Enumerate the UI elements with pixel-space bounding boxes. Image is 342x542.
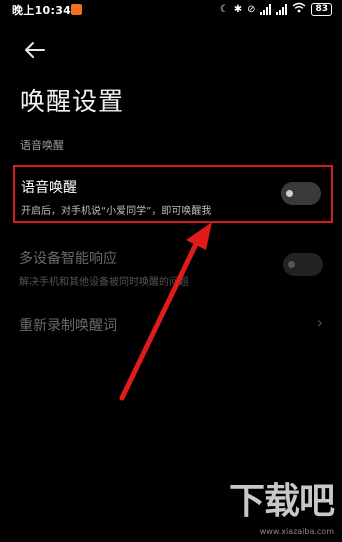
status-bar: 晚上10:34 ☾ ✱ ⊘ 83 xyxy=(0,0,342,20)
wifi-icon xyxy=(292,2,306,16)
setting-voice-wake[interactable]: 语音唤醒 开启后，对手机说“小爱同学”，即可唤醒我 xyxy=(13,165,333,223)
toggle-knob xyxy=(286,190,293,197)
setting-description: 解决手机和其他设备被同时唤醒的问题 xyxy=(19,277,189,288)
multi-device-toggle[interactable] xyxy=(283,253,323,276)
section-label: 语音唤醒 xyxy=(20,139,64,152)
moon-icon: ☾ xyxy=(219,3,229,15)
back-button[interactable] xyxy=(22,37,48,63)
silent-icon: ⊘ xyxy=(247,3,256,15)
page-title: 唤醒设置 xyxy=(20,87,125,116)
arrow-left-icon xyxy=(25,42,45,58)
setting-rerecord-wake-word[interactable]: 重新录制唤醒词 › xyxy=(13,305,333,363)
voice-wake-toggle[interactable] xyxy=(281,182,321,205)
setting-title: 重新录制唤醒词 xyxy=(19,318,117,334)
setting-title: 多设备智能响应 xyxy=(19,251,117,267)
setting-title: 语音唤醒 xyxy=(21,180,77,196)
signal-icon xyxy=(260,3,272,15)
setting-multi-device[interactable]: 多设备智能响应 解决手机和其他设备被同时唤醒的问题 xyxy=(13,238,333,296)
status-icons: ☾ ✱ ⊘ 83 xyxy=(220,2,332,16)
watermark-url: www.xiazaiba.com xyxy=(259,527,334,536)
chevron-right-icon: › xyxy=(316,313,323,332)
app-notification-icon xyxy=(71,4,82,15)
toggle-knob xyxy=(288,261,295,268)
watermark-logo: 下载吧 xyxy=(228,481,335,522)
battery-indicator: 83 xyxy=(311,2,332,16)
bluetooth-icon: ✱ xyxy=(233,3,243,15)
setting-description: 开启后，对手机说“小爱同学”，即可唤醒我 xyxy=(21,206,212,217)
signal-icon xyxy=(276,3,288,15)
status-time: 晚上10:34 xyxy=(12,4,72,17)
